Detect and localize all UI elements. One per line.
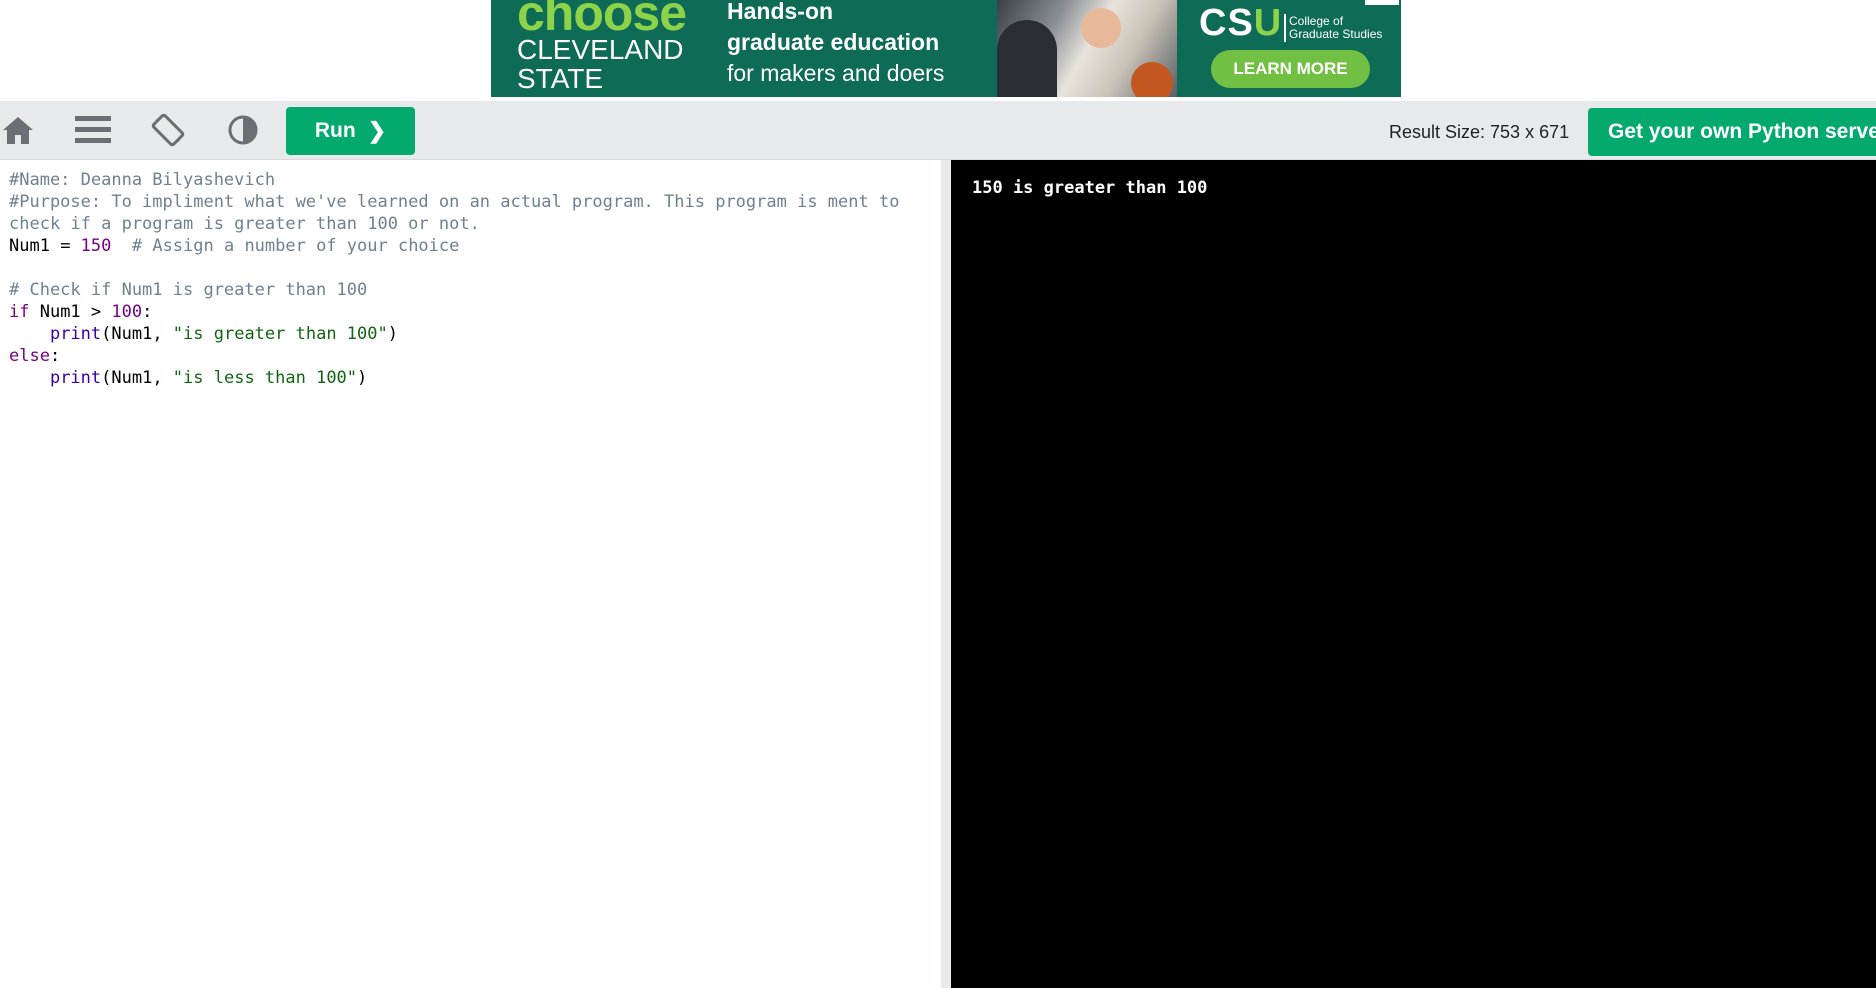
code-line: #Name: Deanna Bilyashevich (9, 170, 276, 190)
ad-headline-2: graduate education (727, 29, 940, 55)
ad-logo-divider (1284, 14, 1286, 42)
run-button-label: Run (314, 119, 356, 142)
ad-state-text: STATE (517, 63, 604, 94)
ad-tagline: for makers and doers (727, 60, 945, 86)
ad-close-marker[interactable] (1365, 0, 1399, 5)
chevron-right-icon: ❯ (367, 118, 387, 143)
ad-csu-logo: CSU (1199, 2, 1283, 44)
result-size-label: Result Size: 753 x 671 (1389, 122, 1570, 142)
rotate-icon[interactable] (150, 112, 186, 148)
home-icon[interactable] (0, 112, 36, 148)
contrast-icon[interactable] (225, 112, 261, 148)
ad-college-line1: College of (1289, 14, 1344, 28)
code-line: #Purpose: To impliment what we've learne… (9, 192, 900, 212)
ad-photo-person-suit (997, 20, 1057, 97)
ad-banner[interactable]: choose CLEVELAND STATE Hands-on graduate… (491, 0, 1401, 97)
result-pane: 150 is greater than 100 (951, 160, 1876, 988)
toolbar: Run ❯ Result Size: 753 x 671 Get your ow… (0, 101, 1876, 160)
program-output: 150 is greater than 100 (972, 178, 1208, 198)
ad-college-line2: Graduate Studies (1289, 27, 1383, 41)
code-line: if Num1 > 100: (9, 302, 153, 322)
menu-icon[interactable] (75, 112, 111, 148)
ad-learn-more-button[interactable]: LEARN MORE (1211, 50, 1370, 88)
run-button[interactable]: Run ❯ (286, 107, 415, 155)
code-line: print(Num1, "is greater than 100") (49, 324, 398, 344)
code-editor[interactable]: #Name: Deanna Bilyashevich #Purpose: To … (0, 160, 941, 988)
code-line: else: (9, 346, 61, 366)
get-own-server-button[interactable]: Get your own Python server (1588, 108, 1876, 156)
ad-cleveland-text: CLEVELAND (517, 34, 684, 65)
code-line: check if a program is greater than 100 o… (9, 214, 480, 234)
code-content[interactable]: #Name: Deanna Bilyashevich #Purpose: To … (9, 169, 899, 389)
ad-headline-1: Hands-on (727, 0, 834, 24)
code-line: # Check if Num1 is greater than 100 (9, 280, 368, 300)
code-line: Num1 = 150 # Assign a number of your cho… (9, 236, 460, 256)
pane-splitter[interactable] (941, 160, 951, 988)
ad-photo-basketball (1131, 62, 1173, 97)
code-line: print(Num1, "is less than 100") (49, 368, 368, 388)
ad-photo-person-face (1081, 8, 1121, 48)
